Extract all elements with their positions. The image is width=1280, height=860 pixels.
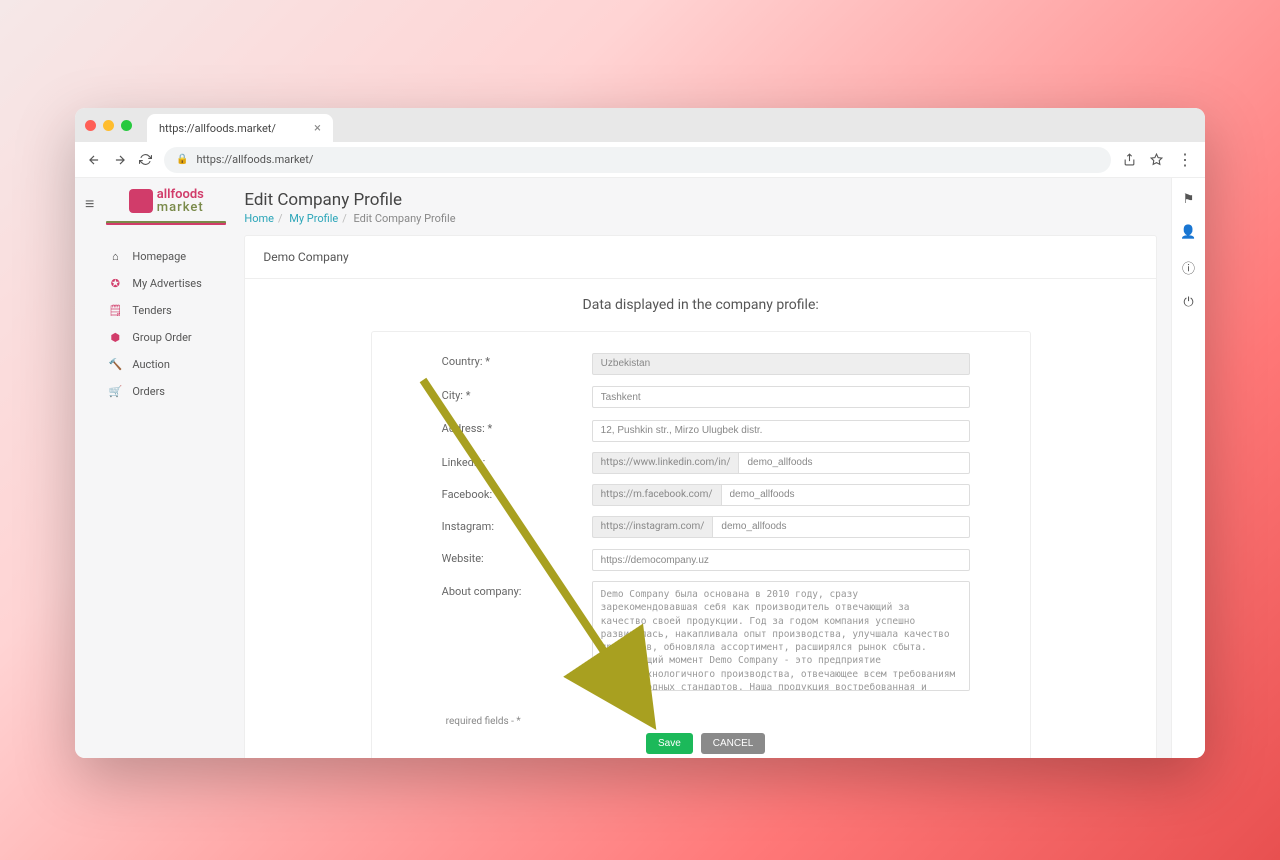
orders-icon: 🛒 (108, 385, 122, 398)
sidebar-item-homepage[interactable]: ⌂ Homepage (102, 243, 230, 270)
cancel-button[interactable]: CANCEL (701, 733, 766, 754)
city-input[interactable] (592, 386, 970, 408)
window-maximize[interactable] (121, 120, 132, 131)
sidebar-item-auction[interactable]: 🔨 Auction (102, 351, 230, 378)
reload-icon[interactable] (139, 153, 152, 166)
help-icon[interactable]: ⓘ (1182, 258, 1195, 277)
linkedin-label: Linkedin: (442, 452, 572, 469)
window-minimize[interactable] (103, 120, 114, 131)
auction-icon: 🔨 (108, 358, 122, 371)
breadcrumb-home[interactable]: Home (244, 212, 274, 225)
group-icon: ⬢ (108, 331, 122, 344)
page-title: Edit Company Profile (244, 190, 1157, 210)
sidebar-item-label: Homepage (132, 250, 186, 263)
content: Edit Company Profile Home/ My Profile/ E… (230, 178, 1171, 758)
instagram-prefix: https://instagram.com/ (592, 516, 713, 538)
tenders-icon: 🗒 (108, 304, 122, 317)
hamburger-icon[interactable]: ≡ (75, 178, 102, 758)
traffic-lights (85, 120, 132, 131)
sidebar: allfoods market ⌂ Homepage ✪ My Advertises… (102, 178, 230, 758)
user-icon[interactable]: 👤 (1180, 225, 1196, 240)
about-label: About company: (442, 581, 572, 598)
app-body: ≡ allfoods market ⌂ Homepage ✪ My Advertis… (75, 178, 1205, 758)
address-input[interactable] (592, 420, 970, 442)
logo[interactable]: allfoods market (102, 188, 230, 231)
card: Demo Company Data displayed in the compa… (244, 235, 1157, 758)
website-input[interactable] (592, 549, 970, 571)
about-textarea[interactable] (592, 581, 970, 691)
close-icon[interactable]: × (314, 121, 321, 136)
url-text: https://allfoods.market/ (196, 153, 313, 166)
nav-list: ⌂ Homepage ✪ My Advertises 🗒 Tenders ⬢ Group… (102, 243, 230, 405)
flag-icon[interactable]: ⚑ (1183, 192, 1195, 207)
logo-text: allfoods market (157, 188, 204, 214)
logo-icon (129, 189, 153, 213)
ads-icon: ✪ (108, 277, 122, 290)
facebook-prefix: https://m.facebook.com/ (592, 484, 721, 506)
button-row: Save CANCEL (442, 731, 970, 758)
back-icon[interactable] (87, 153, 101, 167)
browser-window: https://allfoods.market/ × 🔒 https://all… (75, 108, 1205, 758)
company-name: Demo Company (245, 236, 1156, 279)
sidebar-item-tenders[interactable]: 🗒 Tenders (102, 297, 230, 324)
browser-tab[interactable]: https://allfoods.market/ × (147, 114, 333, 142)
window-close[interactable] (85, 120, 96, 131)
home-icon: ⌂ (108, 250, 122, 263)
star-icon[interactable] (1150, 150, 1163, 169)
country-input[interactable] (592, 353, 970, 375)
breadcrumb-current: Edit Company Profile (354, 212, 456, 225)
facebook-label: Facebook: (442, 484, 572, 501)
breadcrumb-profile[interactable]: My Profile (289, 212, 338, 225)
share-icon[interactable] (1123, 150, 1136, 169)
save-button[interactable]: Save (646, 733, 693, 754)
url-field[interactable]: 🔒 https://allfoods.market/ (164, 147, 1111, 173)
instagram-input[interactable] (712, 516, 969, 538)
instagram-label: Instagram: (442, 516, 572, 533)
menu-dots-icon[interactable]: ⋮ (1177, 150, 1193, 169)
tab-title: https://allfoods.market/ (159, 122, 276, 135)
right-icons: ⚑ 👤 ⓘ ⏻ (1171, 178, 1205, 758)
power-icon[interactable]: ⏻ (1183, 295, 1193, 310)
lock-icon: 🔒 (176, 154, 188, 165)
sidebar-item-orders[interactable]: 🛒 Orders (102, 378, 230, 405)
country-label: Country: * (442, 351, 572, 368)
required-note: required fields - * (442, 700, 970, 731)
forward-icon[interactable] (113, 153, 127, 167)
address-bar: 🔒 https://allfoods.market/ ⋮ (75, 142, 1205, 178)
section-title: Data displayed in the company profile: (245, 279, 1156, 331)
sidebar-item-label: Tenders (132, 304, 171, 317)
linkedin-input[interactable] (738, 452, 969, 474)
facebook-input[interactable] (721, 484, 970, 506)
sidebar-item-label: My Advertises (132, 277, 201, 290)
linkedin-prefix: https://www.linkedin.com/in/ (592, 452, 739, 474)
sidebar-item-advertises[interactable]: ✪ My Advertises (102, 270, 230, 297)
address-label: Address: * (442, 418, 572, 435)
sidebar-item-label: Orders (132, 385, 165, 398)
tab-bar: https://allfoods.market/ × (75, 108, 1205, 142)
city-label: City: * (442, 385, 572, 402)
sidebar-item-label: Auction (132, 358, 170, 371)
sidebar-item-label: Group Order (132, 331, 191, 344)
form-area: Country: * City: * Address: * Linkedin: … (371, 331, 1031, 758)
sidebar-item-group-order[interactable]: ⬢ Group Order (102, 324, 230, 351)
breadcrumb: Home/ My Profile/ Edit Company Profile (244, 212, 1157, 225)
website-label: Website: (442, 548, 572, 565)
